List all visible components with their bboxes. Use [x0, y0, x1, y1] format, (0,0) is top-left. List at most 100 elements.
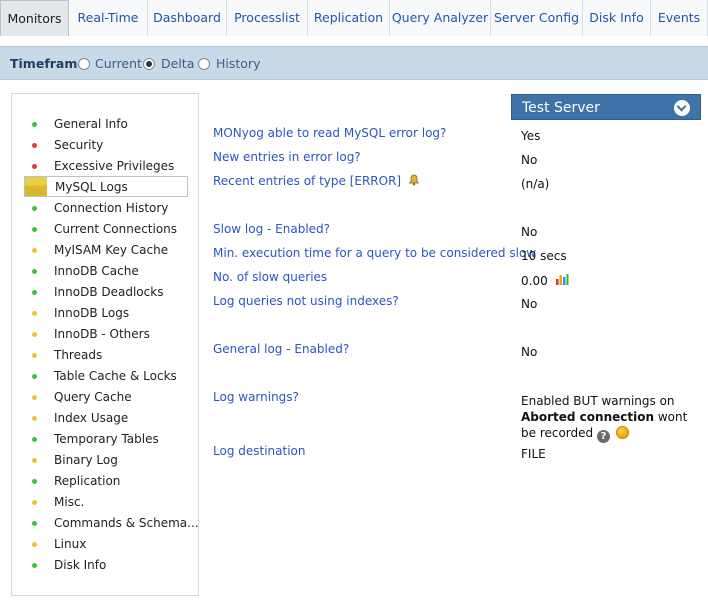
sidebar-item-label: Linux	[54, 537, 87, 551]
tab-disk-info[interactable]: Disk Info	[583, 0, 651, 36]
value-slow-log-enabled: No	[521, 225, 538, 239]
sidebar-item-label: Commands & Schema...	[54, 516, 198, 530]
sidebar-item-label: Security	[54, 138, 104, 152]
tab-dashboard[interactable]: Dashboard	[148, 0, 227, 36]
radio-delta-label[interactable]: Delta	[161, 56, 194, 71]
radio-delta[interactable]	[143, 58, 155, 70]
status-dot-icon	[32, 458, 37, 463]
question-log-destination[interactable]: Log destination	[213, 444, 305, 458]
sidebar-item[interactable]: MySQL Logs	[24, 176, 188, 197]
value-log-no-index: No	[521, 297, 538, 311]
sidebar-item[interactable]: Query Cache	[12, 387, 198, 408]
sidebar-item[interactable]: Current Connections	[12, 219, 198, 240]
status-dot-icon	[32, 248, 37, 253]
sidebar-item[interactable]: Threads	[12, 345, 198, 366]
sidebar-item[interactable]: InnoDB Logs	[12, 303, 198, 324]
bar-chart-icon[interactable]	[555, 273, 569, 286]
status-dot-icon	[32, 542, 37, 547]
server-name: Test Server	[522, 100, 600, 116]
question-recent-errors-label[interactable]: Recent entries of type [ERROR]	[213, 174, 401, 188]
tab-query-analyzer[interactable]: Query Analyzer	[390, 0, 491, 36]
status-dot-icon	[32, 311, 37, 316]
question-general-log-enabled[interactable]: General log - Enabled?	[213, 342, 349, 356]
sidebar-item-label: Excessive Privileges	[54, 159, 175, 173]
tab-server-config[interactable]: Server Config	[491, 0, 583, 36]
sidebar-item[interactable]: Misc.	[12, 492, 198, 513]
sidebar-item-label: Binary Log	[54, 453, 118, 467]
server-selector[interactable]: Test Server	[511, 94, 701, 120]
bell-icon[interactable]	[408, 174, 420, 186]
sidebar-item[interactable]: General Info	[12, 114, 198, 135]
tab-monitors[interactable]: Monitors	[0, 0, 69, 36]
radio-history[interactable]	[198, 58, 210, 70]
question-min-exec-time[interactable]: Min. execution time for a query to be co…	[213, 246, 536, 260]
question-error-log-readable[interactable]: MONyog able to read MySQL error log?	[213, 126, 446, 140]
radio-history-label[interactable]: History	[216, 56, 260, 71]
question-slow-queries[interactable]: No. of slow queries	[213, 270, 327, 284]
tab-replication[interactable]: Replication	[308, 0, 390, 36]
status-dot-icon	[32, 353, 37, 358]
status-dot-icon	[32, 437, 37, 442]
value-general-log-enabled: No	[521, 345, 538, 359]
sidebar-item-label: InnoDB - Others	[54, 327, 150, 341]
sidebar-item-label: General Info	[54, 117, 128, 131]
sidebar-item[interactable]: InnoDB Cache	[12, 261, 198, 282]
question-log-no-index[interactable]: Log queries not using indexes?	[213, 294, 399, 308]
sidebar-item-label: InnoDB Logs	[54, 306, 130, 320]
monitor-tab-bar: Monitors Real-Time Dashboard Processlist…	[0, 0, 708, 36]
status-dot-icon	[32, 500, 37, 505]
sidebar-item-label: InnoDB Cache	[54, 264, 139, 278]
question-recent-errors[interactable]: Recent entries of type [ERROR]	[213, 174, 420, 188]
question-slow-log-enabled[interactable]: Slow log - Enabled?	[213, 222, 330, 236]
tab-events[interactable]: Events	[651, 0, 708, 36]
sidebar-item[interactable]: MyISAM Key Cache	[12, 240, 198, 261]
value-log-destination: FILE	[521, 447, 546, 461]
value-log-warnings-pre: Enabled BUT warnings on	[521, 394, 675, 408]
sidebar-item[interactable]: InnoDB - Others	[12, 324, 198, 345]
sidebar-item-label: Disk Info	[54, 558, 107, 572]
value-slow-queries: 0.00	[521, 273, 569, 288]
status-dot-icon	[32, 521, 37, 526]
sidebar-item-label: Table Cache & Locks	[54, 369, 177, 383]
sidebar-item[interactable]: Connection History	[12, 198, 198, 219]
sidebar-item-label: MyISAM Key Cache	[54, 243, 169, 257]
chevron-down-icon[interactable]	[674, 100, 690, 116]
value-recent-errors: (n/a)	[521, 177, 550, 191]
tab-processlist[interactable]: Processlist	[227, 0, 308, 36]
sidebar-item[interactable]: Index Usage	[12, 408, 198, 429]
status-dot-icon	[32, 479, 37, 484]
sidebar-item-label: Index Usage	[54, 411, 129, 425]
value-new-entries: No	[521, 153, 538, 167]
status-dot-icon	[32, 332, 37, 337]
timeframe-label: Timeframe	[10, 56, 86, 71]
sidebar-item-label: MySQL Logs	[55, 180, 128, 194]
value-min-exec-time: 10 secs	[521, 249, 567, 263]
sidebar-item[interactable]: Replication	[12, 471, 198, 492]
tab-real-time[interactable]: Real-Time	[69, 0, 148, 36]
sidebar-item-label: Replication	[54, 474, 121, 488]
radio-current[interactable]	[78, 58, 90, 70]
sidebar-item[interactable]: Binary Log	[12, 450, 198, 471]
status-dot-icon	[32, 395, 37, 400]
sidebar-item[interactable]: InnoDB Deadlocks	[12, 282, 198, 303]
help-icon[interactable]: ?	[596, 430, 610, 443]
status-dot-icon	[32, 164, 37, 169]
value-log-warnings-bold: Aborted connection	[521, 410, 655, 424]
status-dot-icon	[32, 374, 37, 379]
sidebar-item[interactable]: Table Cache & Locks	[12, 366, 198, 387]
status-dot-icon	[25, 177, 47, 196]
question-log-warnings[interactable]: Log warnings?	[213, 390, 299, 404]
radio-current-label[interactable]: Current	[95, 56, 142, 71]
sidebar-item-label: InnoDB Deadlocks	[54, 285, 164, 299]
sidebar-item[interactable]: Disk Info	[12, 555, 198, 576]
status-dot-icon	[32, 269, 37, 274]
sidebar-item[interactable]: Excessive Privileges	[12, 156, 198, 177]
sidebar-item[interactable]: Security	[12, 135, 198, 156]
sidebar-item[interactable]: Commands & Schema...	[12, 513, 198, 534]
question-new-entries[interactable]: New entries in error log?	[213, 150, 361, 164]
status-dot-icon	[32, 290, 37, 295]
sidebar-item[interactable]: Linux	[12, 534, 198, 555]
sidebar-item-label: Misc.	[54, 495, 85, 509]
sidebar-item[interactable]: Temporary Tables	[12, 429, 198, 450]
sidebar-item-label: Current Connections	[54, 222, 178, 236]
